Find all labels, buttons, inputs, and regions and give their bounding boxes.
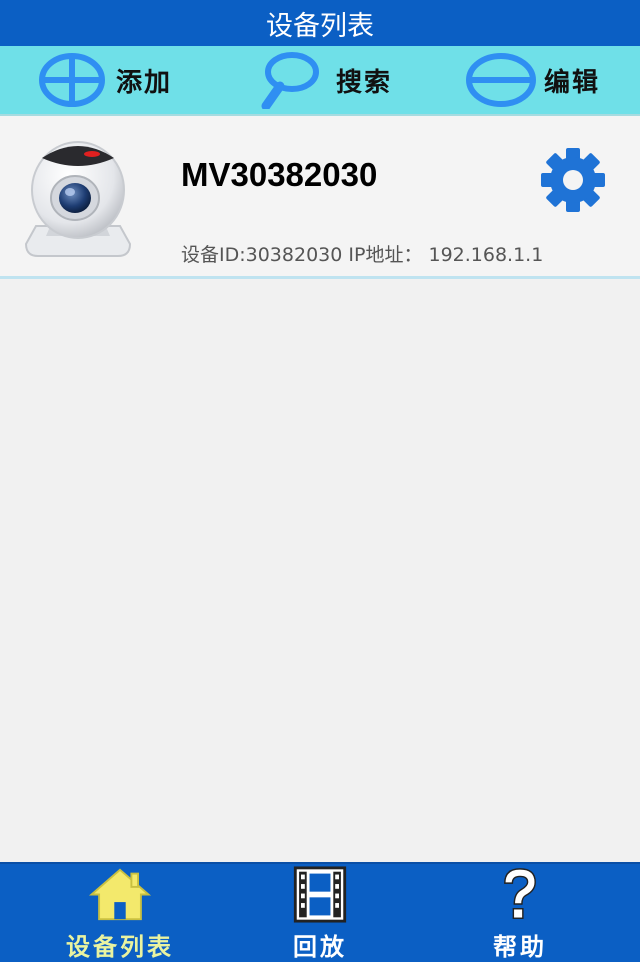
tab-device-list-label: 设备列表 (66, 933, 174, 961)
search-icon (261, 52, 319, 109)
search-button[interactable]: 搜索 (258, 46, 392, 114)
title-bar: 设备列表 (0, 0, 640, 46)
remove-icon (466, 53, 536, 107)
webcam-icon (24, 141, 132, 257)
tab-bar: 设备列表 回放 帮助 (0, 862, 640, 962)
film-icon (293, 866, 347, 923)
add-label: 添加 (116, 67, 173, 98)
device-list-item[interactable]: MV30382030 设备ID:30382030 IP地址： 192.168.1… (0, 116, 640, 279)
device-name: MV30382030 (181, 156, 378, 193)
tab-playback-label: 回放 (293, 933, 347, 961)
add-icon (39, 53, 105, 107)
tab-help[interactable]: 帮助 (420, 864, 620, 962)
home-icon (88, 868, 152, 921)
edit-label: 编辑 (544, 67, 601, 98)
toolbar: 添加 搜索 编辑 (0, 46, 640, 116)
tab-help-label: 帮助 (493, 933, 547, 961)
tab-device-list[interactable]: 设备列表 (20, 864, 220, 962)
device-info: 设备ID:30382030 IP地址： 192.168.1.1 (181, 244, 544, 266)
tab-playback[interactable]: 回放 (220, 864, 420, 962)
add-button[interactable]: 添加 (38, 46, 172, 114)
search-label: 搜索 (336, 67, 393, 98)
edit-button[interactable]: 编辑 (466, 46, 600, 114)
question-icon (504, 868, 536, 919)
page-title: 设备列表 (266, 10, 374, 42)
gear-icon[interactable] (532, 146, 614, 214)
